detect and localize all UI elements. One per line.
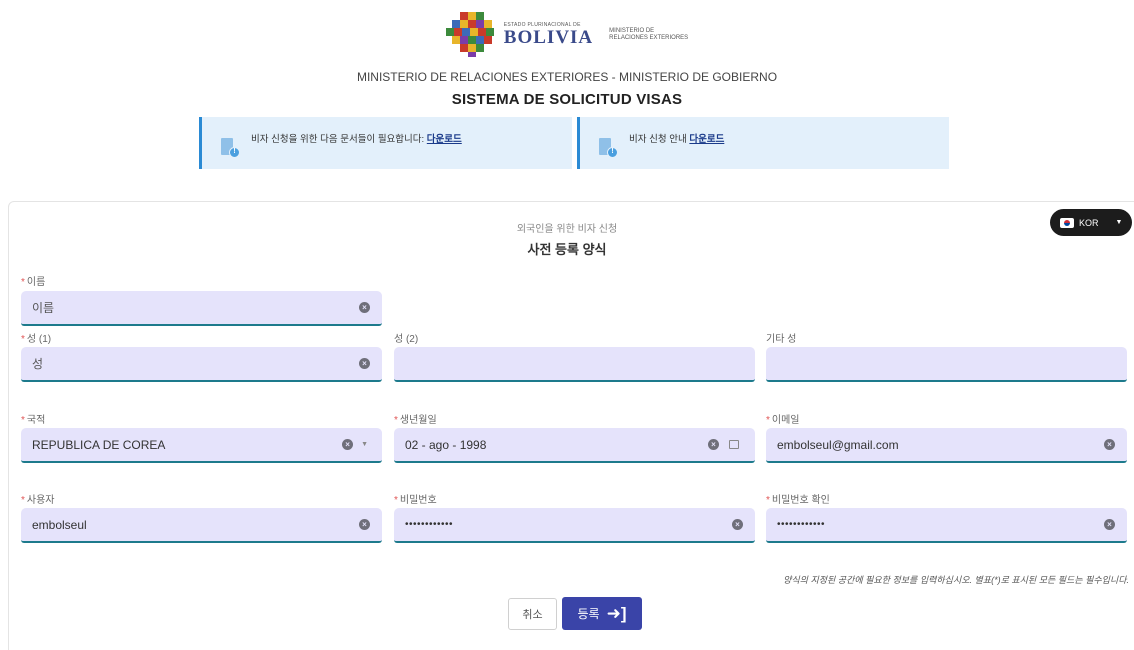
password-confirm-label: * 비밀번호 확인 bbox=[766, 495, 830, 506]
password-confirm-value: •••••••••••• bbox=[777, 519, 826, 530]
download-documents-link[interactable]: 다운로드 bbox=[427, 134, 462, 145]
info-box-documents: ! 비자 신청을 위한 다음 문서들이 필요합니다: 다운로드 bbox=[199, 117, 572, 169]
clear-icon[interactable]: × bbox=[1104, 439, 1115, 450]
header-logo: ESTADO PLURINACIONAL DE BOLIVIA MINISTER… bbox=[0, 12, 1134, 58]
logo-ministry: MINISTERIO DE RELACIONES EXTERIORES bbox=[609, 28, 688, 43]
logo-ministry-line2: RELACIONES EXTERIORES bbox=[609, 35, 689, 41]
clear-icon[interactable]: × bbox=[1104, 519, 1115, 530]
first-name-value: 이름 bbox=[32, 301, 55, 315]
info-box-guide: ! 비자 신청 안내 다운로드 bbox=[577, 117, 949, 169]
first-name-label: * 이름 bbox=[21, 277, 46, 288]
visa-form-page: ESTADO PLURINACIONAL DE BOLIVIA MINISTER… bbox=[0, 0, 1134, 650]
username-label: * 사용자 bbox=[21, 495, 55, 506]
cancel-button-label: 취소 bbox=[522, 609, 543, 621]
ministry-subtitle: MINISTERIO DE RELACIONES EXTERIORES - MI… bbox=[356, 70, 778, 84]
document-info-icon: ! bbox=[221, 138, 240, 158]
form-subtitle: 외국인을 위한 비자 신청 bbox=[516, 224, 618, 235]
info-box-label: 비자 신청 안내 bbox=[629, 134, 690, 145]
logo-ministry-line1: MINISTERIO DE bbox=[609, 27, 655, 34]
document-info-icon: ! bbox=[599, 138, 618, 158]
password-value: •••••••••••• bbox=[405, 519, 454, 530]
form-title: 사전 등록 양식 bbox=[527, 242, 607, 257]
surname1-field[interactable]: 성 × bbox=[21, 347, 382, 382]
register-button[interactable]: 등록 ➜] bbox=[562, 597, 642, 630]
nationality-label: * 국적 bbox=[21, 415, 46, 426]
language-selector[interactable]: KOR ▼ bbox=[1050, 209, 1132, 236]
korea-flag-icon bbox=[1060, 217, 1074, 228]
birthdate-label: * 생년월일 bbox=[394, 415, 437, 426]
password-confirm-field[interactable]: •••••••••••• × bbox=[766, 508, 1127, 543]
clear-icon[interactable]: × bbox=[359, 302, 370, 313]
surname2-field[interactable] bbox=[394, 347, 755, 382]
first-name-field[interactable]: 이름 × bbox=[21, 291, 382, 326]
info-box-label: 비자 신청을 위한 다음 문서들이 필요합니다: bbox=[251, 134, 427, 145]
other-surname-label: 기타 성 bbox=[766, 334, 797, 345]
username-value: embolseul bbox=[32, 517, 87, 532]
chevron-down-icon: ▼ bbox=[1115, 219, 1123, 226]
info-box-text: 비자 신청 안내 다운로드 bbox=[629, 131, 724, 145]
nationality-select[interactable]: REPUBLICA DE COREA × ▼ bbox=[21, 428, 382, 463]
password-label: * 비밀번호 bbox=[394, 495, 437, 506]
email-label: * 이메일 bbox=[766, 415, 800, 426]
email-field[interactable]: embolseul@gmail.com × bbox=[766, 428, 1127, 463]
clear-icon[interactable]: × bbox=[342, 439, 354, 450]
calendar-icon[interactable] bbox=[729, 440, 739, 449]
clear-icon[interactable]: × bbox=[359, 519, 370, 530]
chevron-down-icon[interactable]: ▼ bbox=[361, 441, 368, 448]
info-box-text: 비자 신청을 위한 다음 문서들이 필요합니다: 다운로드 bbox=[251, 131, 462, 145]
other-surname-field[interactable] bbox=[766, 347, 1127, 382]
logo-wordmark: ESTADO PLURINACIONAL DE BOLIVIA bbox=[503, 23, 594, 48]
download-guide-link[interactable]: 다운로드 bbox=[689, 134, 724, 145]
bolivia-emblem-icon bbox=[445, 12, 498, 58]
birthdate-field[interactable]: 02 - ago - 1998 × bbox=[394, 428, 755, 463]
clear-icon[interactable]: × bbox=[732, 519, 743, 530]
password-field[interactable]: •••••••••••• × bbox=[394, 508, 755, 543]
birthdate-value: 02 - ago - 1998 bbox=[405, 437, 487, 452]
cancel-button[interactable]: 취소 bbox=[508, 598, 557, 630]
nationality-value: REPUBLICA DE COREA bbox=[32, 437, 166, 452]
logo-country-name: BOLIVIA bbox=[503, 27, 594, 48]
enter-icon: ➜] bbox=[606, 604, 627, 623]
register-button-label: 등록 bbox=[577, 607, 600, 621]
surname1-label: * 성 (1) bbox=[21, 334, 52, 345]
language-label: KOR bbox=[1079, 217, 1099, 228]
surname2-label: 성 (2) bbox=[394, 334, 419, 345]
clear-icon[interactable]: × bbox=[708, 439, 719, 450]
required-fields-note: 양식의 지정된 공간에 필요한 정보를 입력하십시오. 별표(*)로 표시된 모… bbox=[783, 575, 1129, 585]
page-title: SISTEMA DE SOLICITUD VISAS bbox=[451, 91, 683, 108]
email-value: embolseul@gmail.com bbox=[777, 437, 899, 452]
username-field[interactable]: embolseul × bbox=[21, 508, 382, 543]
surname1-value: 성 bbox=[32, 357, 44, 371]
clear-icon[interactable]: × bbox=[359, 358, 370, 369]
